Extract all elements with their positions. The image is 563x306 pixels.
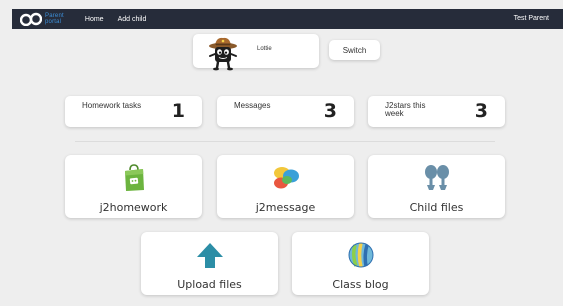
nav-home-link[interactable]: Home: [85, 16, 104, 23]
stat-value: 3: [323, 100, 337, 122]
cowboy-avatar-icon: [209, 37, 237, 71]
top-navigation-bar: Parent portal Home Add child Test Parent: [12, 9, 563, 29]
tile-j2homework[interactable]: j2homework: [65, 155, 202, 218]
stat-messages[interactable]: Messages 3: [217, 96, 354, 127]
tile-label: Child files: [409, 201, 464, 214]
tile-label: Upload files: [177, 278, 242, 291]
parent-portal-logo[interactable]: Parent portal: [20, 12, 64, 26]
stat-label: J2stars this week: [385, 101, 426, 118]
tile-upload-files[interactable]: Upload files: [141, 232, 278, 295]
logo-text: Parent portal: [45, 13, 64, 25]
stat-label: Messages: [234, 101, 271, 110]
tile-class-blog[interactable]: Class blog: [292, 232, 429, 295]
logo-text-line2: portal: [45, 19, 62, 25]
message-bubbles-icon: [273, 167, 299, 189]
tile-label: j2homework: [99, 201, 168, 214]
stat-label: Homework tasks: [82, 101, 142, 110]
tile-child-files[interactable]: Child files: [368, 155, 505, 218]
section-divider: [75, 141, 495, 142]
tile-label: j2message: [255, 201, 316, 214]
child-name: Lottie: [257, 46, 272, 52]
stat-homework-tasks[interactable]: Homework tasks 1: [65, 96, 202, 127]
switch-child-button[interactable]: Switch: [329, 40, 380, 60]
stat-value: 3: [474, 100, 488, 122]
upload-arrow-icon: [196, 243, 223, 268]
homework-bag-icon: [124, 164, 144, 191]
child-files-icon: [424, 165, 449, 190]
tile-label: Class blog: [332, 278, 389, 291]
logo-mark-icon: [20, 12, 42, 26]
stat-j2stars-this-week[interactable]: J2stars this week 3: [368, 96, 505, 127]
stat-value: 1: [171, 100, 185, 122]
tile-j2message[interactable]: j2message: [217, 155, 354, 218]
nav-add-child-link[interactable]: Add child: [118, 16, 147, 23]
user-menu[interactable]: Test Parent: [514, 15, 549, 22]
selected-child-card: Lottie: [193, 34, 319, 71]
class-blog-icon: [348, 242, 373, 268]
